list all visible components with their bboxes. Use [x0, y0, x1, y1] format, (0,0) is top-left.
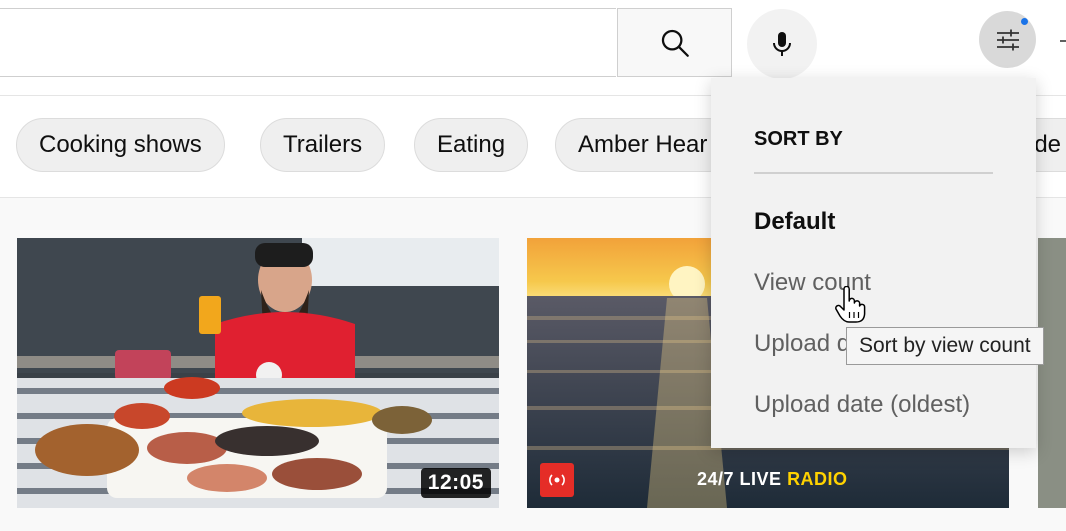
chip-amber-heard[interactable]: Amber Hear: [555, 118, 735, 172]
search-input[interactable]: [0, 8, 616, 77]
live-radio-icon: [540, 463, 574, 497]
sort-by-heading: SORT BY: [754, 128, 843, 150]
sort-divider: [754, 172, 993, 174]
filter-sliders-icon: [996, 29, 1019, 50]
search-button[interactable]: [617, 8, 732, 77]
sort-menu: SORT BY Default View count Upload d Uplo…: [711, 78, 1036, 448]
search-icon: [661, 29, 689, 57]
video-duration: 12:05: [420, 468, 491, 498]
video-thumbnail-partial[interactable]: [1038, 238, 1066, 508]
microphone-icon: [773, 32, 791, 56]
more-icon[interactable]: [1060, 40, 1066, 42]
chip-eating[interactable]: Eating: [414, 118, 529, 172]
sort-option-default[interactable]: Default: [754, 208, 835, 236]
sort-option-upload-date-newest[interactable]: Upload d: [754, 330, 850, 358]
chip-cooking-shows[interactable]: Cooking shows: [16, 118, 225, 172]
notification-dot: [1021, 18, 1028, 25]
hand-pointer-icon: [835, 286, 866, 323]
video-thumbnail-food-challenge[interactable]: 12:05: [17, 238, 499, 508]
live-radio-label: 24/7 LIVE RADIO: [697, 469, 848, 489]
voice-search-button[interactable]: [747, 9, 817, 79]
tooltip: Sort by view count: [846, 327, 1044, 365]
sort-option-upload-date-oldest[interactable]: Upload date (oldest): [754, 391, 970, 419]
chip-trailers[interactable]: Trailers: [260, 118, 386, 172]
